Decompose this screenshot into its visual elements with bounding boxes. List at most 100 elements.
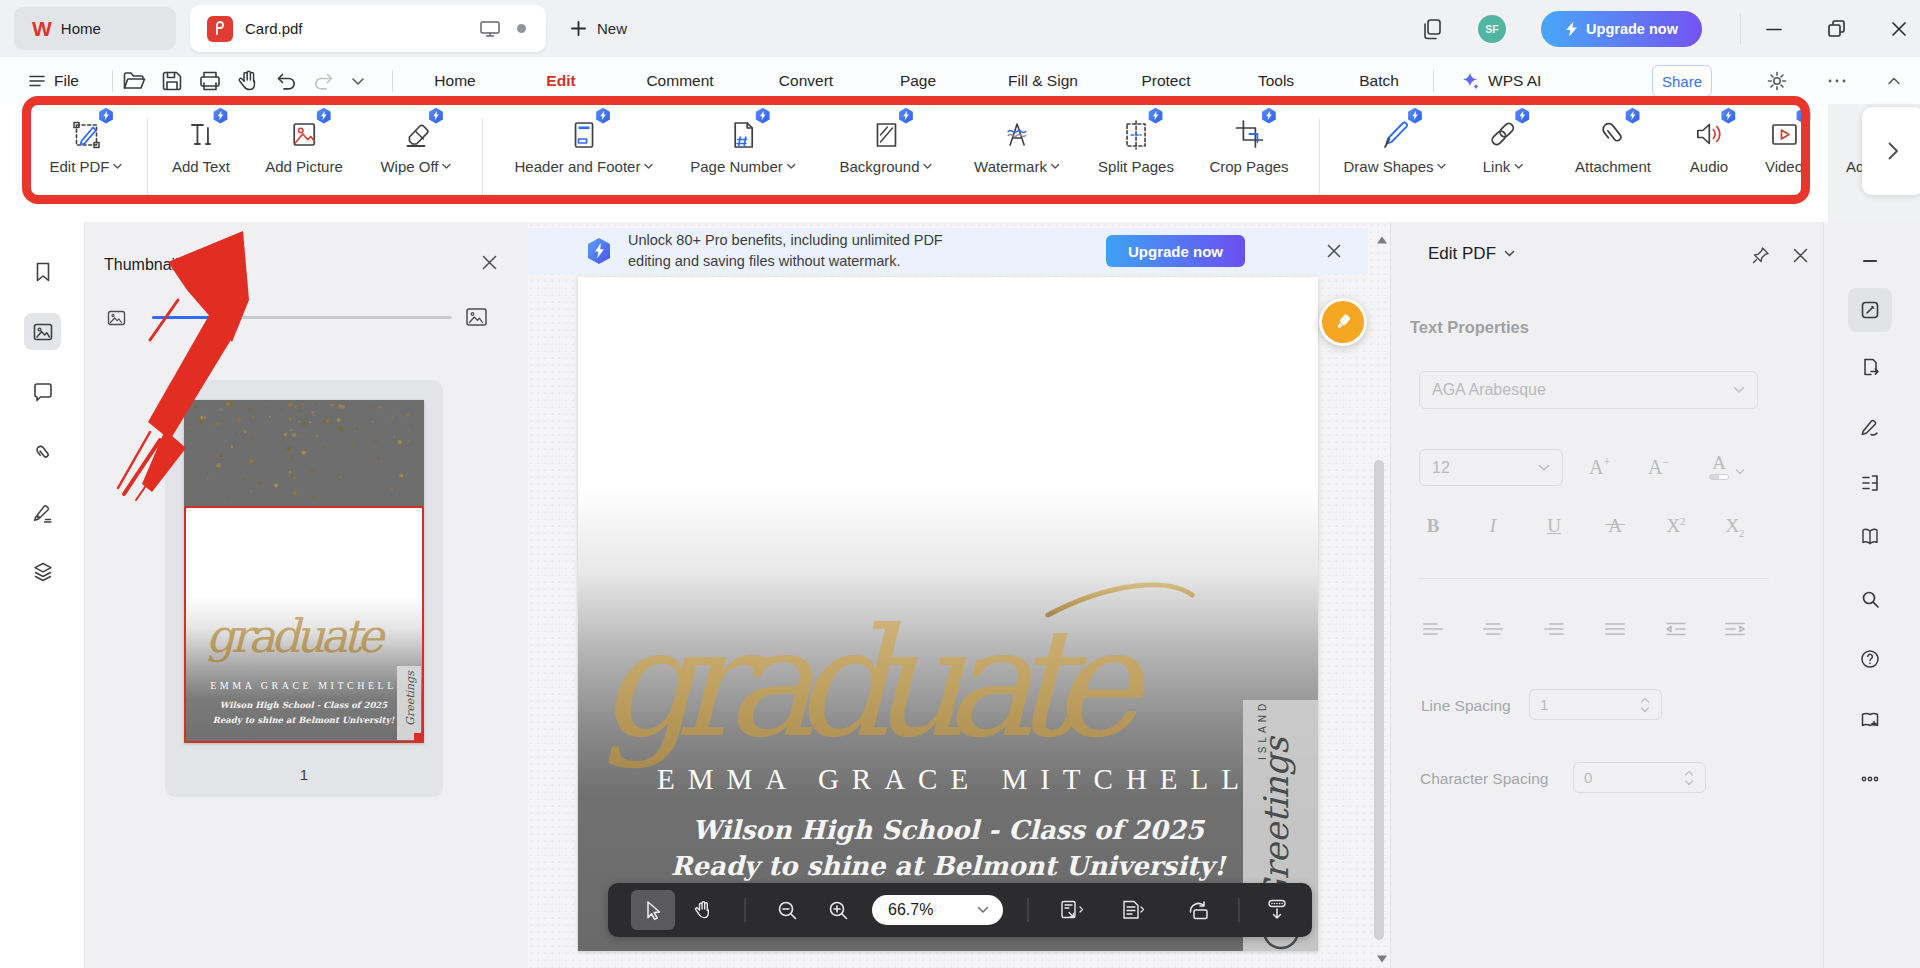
menu-tab-home[interactable]: Home [434, 57, 475, 104]
rightbar-columns-icon[interactable] [1848, 461, 1892, 505]
bold-button[interactable]: B [1427, 515, 1440, 537]
sidebar-attachment-icon[interactable] [24, 434, 61, 471]
history-chevron-icon[interactable] [348, 67, 368, 95]
rotate-page-button[interactable] [1176, 890, 1220, 930]
redo-icon[interactable] [310, 67, 338, 95]
toolbar-item-add-text[interactable]: Add Text [172, 114, 230, 175]
strikethrough-button[interactable]: A [1608, 515, 1622, 537]
restore-button[interactable] [1824, 16, 1850, 42]
sidebar-layers-icon[interactable] [24, 553, 61, 590]
rightbar-collapse-dash-icon[interactable] [1848, 239, 1892, 283]
toolbar-expand-button[interactable] [1862, 107, 1920, 195]
thumbnail-card[interactable]: graduate EMMA GRACE MITCHELL Wilson High… [165, 380, 443, 797]
more-menu-icon[interactable] [1823, 67, 1851, 95]
panel-title[interactable]: Edit PDF [1428, 244, 1515, 264]
superscript-button[interactable]: X2 [1666, 515, 1685, 537]
increase-font-button[interactable]: A+ [1589, 455, 1610, 479]
upgrade-button[interactable]: Upgrade now [1541, 11, 1702, 47]
scrollbar-down-icon[interactable] [1376, 954, 1388, 964]
menu-tab-convert[interactable]: Convert [779, 57, 833, 104]
undo-icon[interactable] [272, 67, 300, 95]
align-right-button[interactable] [1542, 620, 1566, 640]
share-button[interactable]: Share [1652, 65, 1712, 97]
toolbar-item-draw-shapes[interactable]: Draw Shapes [1343, 114, 1446, 175]
rightbar-search-icon[interactable] [1848, 577, 1892, 621]
toolbar-item-audio[interactable]: Audio [1690, 114, 1728, 175]
toolbar-item-edit-pdf[interactable]: Edit PDF [49, 114, 122, 175]
toolbar-item-page-number[interactable]: Page Number [690, 114, 796, 175]
document-tab[interactable]: Card.pdf [190, 5, 546, 52]
vertical-scrollbar[interactable] [1374, 460, 1384, 940]
sidebar-signature-icon[interactable] [24, 494, 61, 531]
hand-tool-icon[interactable] [234, 67, 262, 95]
italic-button[interactable]: I [1490, 515, 1496, 537]
minimize-button[interactable] [1761, 16, 1787, 42]
fit-width-button[interactable] [1050, 890, 1094, 930]
menu-tab-batch[interactable]: Batch [1359, 57, 1399, 104]
menu-tab-tools[interactable]: Tools [1258, 57, 1294, 104]
pdf-page[interactable]: graduate EMMA GRACE MITCHELL Wilson High… [578, 277, 1318, 951]
banner-close-icon[interactable] [1326, 243, 1342, 259]
settings-gear-icon[interactable] [1763, 67, 1791, 95]
align-left-button[interactable] [1421, 620, 1445, 640]
indent-less-button[interactable] [1723, 620, 1747, 640]
avatar[interactable]: SF [1478, 15, 1506, 43]
menu-tab-page[interactable]: Page [900, 57, 936, 104]
align-center-button[interactable] [1481, 620, 1505, 640]
subscript-button[interactable]: X2 [1725, 515, 1744, 539]
toolbar-item-link[interactable]: Link [1483, 114, 1524, 175]
highlighter-fab[interactable] [1319, 298, 1367, 346]
toolbar-item-attachment[interactable]: Attachment [1575, 114, 1651, 175]
menu-tab-edit[interactable]: Edit [546, 57, 575, 104]
decrease-font-button[interactable]: A− [1648, 455, 1669, 479]
wps-ai-menu[interactable]: WPS AI [1460, 57, 1541, 104]
select-tool-button[interactable] [631, 890, 675, 930]
page-view-button[interactable] [1111, 890, 1155, 930]
font-family-select[interactable]: AGA Arabesque [1419, 371, 1758, 409]
zoom-in-thumbnails-icon[interactable] [464, 305, 489, 330]
menu-tab-fill-sign[interactable]: Fill & Sign [1008, 57, 1078, 104]
rightbar-help-icon[interactable] [1848, 637, 1892, 681]
toolbar-item-header-and-footer[interactable]: Header and Footer [515, 114, 654, 175]
rightbar-edit-note-icon[interactable] [1848, 288, 1892, 332]
rightbar-sign-pen-icon[interactable] [1848, 405, 1892, 449]
save-icon[interactable] [158, 67, 186, 95]
toolbar-item-watermark[interactable]: Watermark [974, 114, 1060, 175]
font-color-button[interactable]: A [1709, 453, 1745, 480]
file-menu[interactable]: File [28, 57, 79, 104]
sidebar-thumbnail-icon[interactable] [24, 313, 61, 350]
banner-upgrade-button[interactable]: Upgrade now [1106, 235, 1245, 267]
toolbar-item-crop-pages[interactable]: Crop Pages [1209, 114, 1288, 175]
sidebar-comment-icon[interactable] [24, 373, 61, 410]
rightbar-booklet-icon[interactable] [1848, 698, 1892, 742]
open-file-icon[interactable] [120, 67, 148, 95]
slider-handle[interactable] [221, 310, 235, 324]
underline-button[interactable]: U [1547, 515, 1561, 537]
close-window-button[interactable] [1886, 16, 1912, 42]
indent-more-button[interactable] [1664, 620, 1688, 640]
thumbnail-size-slider[interactable] [152, 316, 452, 319]
toolbar-item-video[interactable]: Video [1765, 114, 1803, 175]
toolbar-item-background[interactable]: Background [839, 114, 932, 175]
zoom-level-select[interactable]: 66.7% [872, 895, 1003, 925]
scroll-mode-button[interactable] [1255, 890, 1299, 930]
line-spacing-stepper[interactable]: 1 [1529, 689, 1662, 720]
pin-panel-icon[interactable] [1751, 246, 1770, 265]
font-size-select[interactable]: 12 [1419, 449, 1563, 486]
character-spacing-stepper[interactable]: 0 [1573, 762, 1706, 793]
hand-tool-button[interactable] [681, 890, 725, 930]
print-icon[interactable] [196, 67, 224, 95]
zoom-in-button[interactable] [816, 890, 860, 930]
rightbar-more-dots-icon[interactable] [1848, 757, 1892, 801]
align-justify-button[interactable] [1603, 620, 1627, 640]
sidebar-bookmark-icon[interactable] [24, 253, 61, 290]
monitor-icon[interactable] [479, 20, 501, 38]
zoom-out-thumbnails-icon[interactable] [106, 308, 127, 329]
menu-tab-protect[interactable]: Protect [1141, 57, 1190, 104]
home-tab[interactable]: W Home [14, 7, 176, 50]
collapse-ribbon-icon[interactable] [1880, 67, 1908, 95]
toolbar-item-split-pages[interactable]: Split Pages [1098, 114, 1174, 175]
close-thumbnail-panel-icon[interactable] [481, 254, 498, 271]
tab-list-icon[interactable] [1420, 16, 1446, 42]
thumbnail-selection[interactable]: graduate EMMA GRACE MITCHELL Wilson High… [184, 506, 424, 743]
